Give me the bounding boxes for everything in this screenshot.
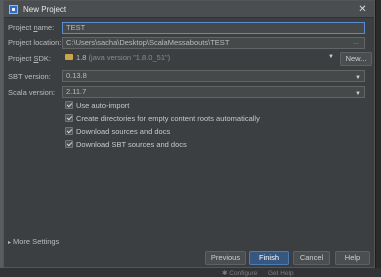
new-project-dialog: New Project ✕ Project name: TEST Project…: [3, 0, 375, 268]
more-settings-toggle[interactable]: ▸ More Settings: [8, 237, 59, 246]
checkbox-checked-icon[interactable]: [65, 114, 73, 122]
scala-version-value: 2.11.7: [66, 87, 87, 96]
new-sdk-button[interactable]: New...: [340, 52, 372, 66]
project-name-input[interactable]: TEST: [62, 22, 365, 34]
dropdown-arrow-icon[interactable]: ▼: [328, 54, 334, 60]
dropdown-arrow-icon[interactable]: ▼: [355, 73, 361, 83]
checkbox-checked-icon[interactable]: [65, 140, 73, 148]
browse-button[interactable]: ...: [353, 38, 359, 48]
dialog-footer: Previous Finish Cancel Help: [4, 251, 374, 268]
app-icon: [9, 5, 18, 14]
cancel-button[interactable]: Cancel: [293, 251, 330, 265]
help-button[interactable]: Help: [335, 251, 370, 265]
sbt-version-label: SBT version:: [8, 72, 51, 81]
download-sources-label: Download sources and docs: [76, 127, 171, 136]
more-settings-label: More Settings: [13, 237, 60, 246]
scala-version-label: Scala version:: [8, 88, 56, 97]
use-auto-import-label: Use auto-import: [76, 101, 130, 110]
dropdown-arrow-icon[interactable]: ▼: [355, 89, 361, 99]
title-bar: New Project ✕: [4, 1, 374, 18]
finish-button[interactable]: Finish: [249, 251, 289, 265]
project-sdk-select[interactable]: 1.8 (java version "1.8.0_51") ▼: [62, 51, 337, 65]
background-get-help-link: Get Help: [268, 270, 294, 277]
scala-version-select[interactable]: 2.11.7 ▼: [62, 86, 365, 98]
folder-icon: [65, 54, 73, 60]
previous-button[interactable]: Previous: [205, 251, 246, 265]
download-sbt-sources-label: Download SBT sources and docs: [76, 140, 187, 149]
project-sdk-label: Project SDK:: [8, 54, 51, 63]
expand-triangle-icon: ▸: [8, 240, 12, 246]
project-location-input[interactable]: C:\Users\sacha\Desktop\ScalaMessabouts\T…: [62, 37, 365, 49]
checkbox-checked-icon[interactable]: [65, 101, 73, 109]
sbt-version-select[interactable]: 0.13.8 ▼: [62, 70, 365, 82]
background-configure-link: ✱ Configure: [222, 270, 258, 277]
project-name-label: Project name:: [8, 23, 55, 32]
close-icon[interactable]: ✕: [357, 4, 368, 15]
sdk-value: 1.8 (java version "1.8.0_51"): [76, 53, 171, 62]
project-location-label: Project location:: [8, 38, 62, 47]
sbt-version-value: 0.13.8: [66, 71, 87, 80]
checkbox-checked-icon[interactable]: [65, 127, 73, 135]
project-location-value: C:\Users\sacha\Desktop\ScalaMessabouts\T…: [66, 38, 230, 47]
background-window-strip: ✱ Configure Get Help: [0, 268, 381, 277]
create-directories-label: Create directories for empty content roo…: [76, 114, 260, 123]
background-window-edge: [375, 0, 381, 277]
dialog-title: New Project: [23, 5, 67, 14]
